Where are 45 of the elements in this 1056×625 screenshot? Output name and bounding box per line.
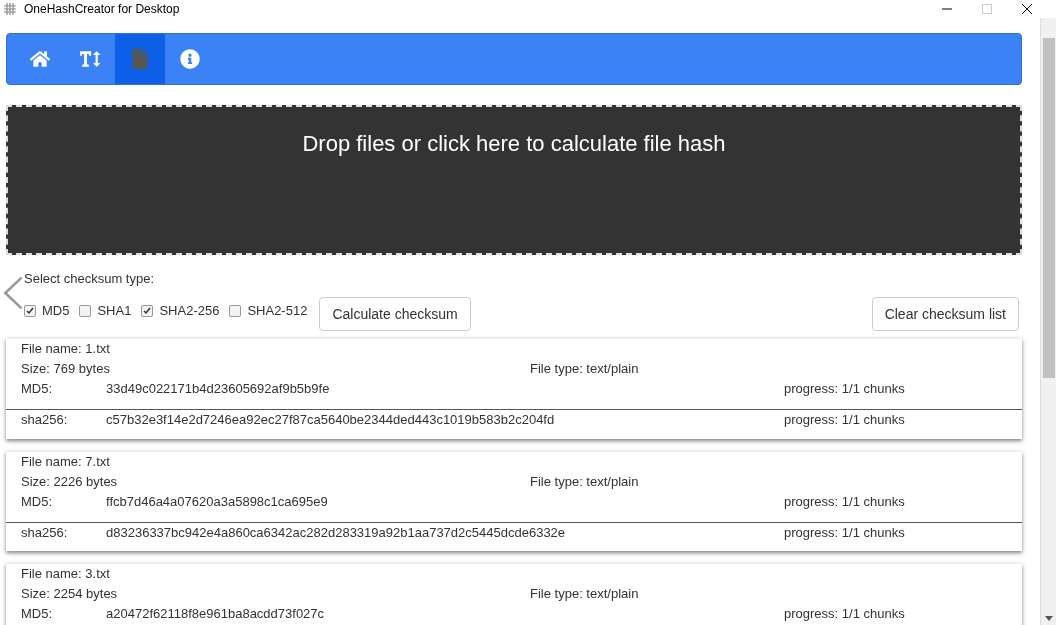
- app-icon: [4, 3, 16, 15]
- hash-value: a20472f62118f8e961ba8acdd73f027c: [106, 605, 326, 624]
- drop-zone[interactable]: Drop files or click here to calculate file hash: [6, 105, 1022, 255]
- file-name: File name: 3.txt: [21, 565, 111, 583]
- checkbox[interactable]: [229, 305, 242, 317]
- hash-label: sha256:: [21, 411, 69, 429]
- file-size: Size: 2226 bytes: [21, 472, 119, 491]
- file-size: Size: 2254 bytes: [21, 585, 119, 603]
- file-type: File type: text/plain: [530, 585, 639, 603]
- progress-text: progress: 1/1 chunks: [784, 492, 905, 511]
- checksum-option[interactable]: MD5: [24, 301, 70, 321]
- file-type: File type: text/plain: [530, 360, 639, 378]
- checksum-option[interactable]: SHA2-512: [229, 301, 308, 321]
- hash-label: MD5:: [21, 492, 54, 511]
- progress-text: progress: 1/1 chunks: [784, 605, 905, 624]
- file-type: File type: text/plain: [530, 472, 639, 491]
- hash-value: 33d49c022171b4d23605692af9b5b9fe: [106, 380, 331, 399]
- checksum-option[interactable]: SHA2-256: [141, 301, 220, 321]
- checksum-option[interactable]: SHA1: [79, 301, 132, 321]
- scrollbar[interactable]: [1040, 18, 1056, 625]
- checkbox[interactable]: [79, 305, 92, 317]
- hash-value: c57b32e3f14e2d7246ea92ec27f87ca5640be2344ded443c1019b583b2c204fd: [106, 411, 556, 429]
- text-icon: [80, 49, 100, 69]
- hash-label: sha256:: [21, 523, 69, 542]
- progress-text: progress: 1/1 chunks: [784, 380, 905, 399]
- hash-label: MD5:: [21, 380, 54, 399]
- calculate-button[interactable]: Calculate checksum: [319, 297, 471, 331]
- progress-text: progress: 1/1 chunks: [784, 523, 905, 542]
- checksum-type-label: Select checksum type:: [24, 271, 156, 287]
- close-icon[interactable]: [1022, 4, 1032, 14]
- file-size: Size: 769 bytes: [21, 360, 111, 378]
- hash-value: d83236337bc942e4a860ca6342ac282d283319a92b1aa737d2c5445dcde6332e: [106, 523, 567, 542]
- window-title: OneHashCreator for Desktop: [24, 1, 180, 18]
- file-icon: [130, 49, 150, 69]
- home-icon: [30, 49, 50, 69]
- clear-button[interactable]: Clear checksum list: [871, 297, 1019, 331]
- info-icon: [180, 49, 200, 69]
- scroll-down-icon[interactable]: [1044, 616, 1053, 621]
- file-name: File name: 1.txt: [21, 340, 111, 358]
- file-name: File name: 7.txt: [21, 452, 111, 471]
- progress-text: progress: 1/1 chunks: [784, 411, 905, 429]
- hash-label: MD5:: [21, 605, 54, 624]
- checkbox[interactable]: [141, 305, 154, 317]
- checkbox[interactable]: [24, 305, 36, 317]
- hash-value: ffcb7d46a4a07620a3a5898c1ca695e9: [106, 492, 329, 511]
